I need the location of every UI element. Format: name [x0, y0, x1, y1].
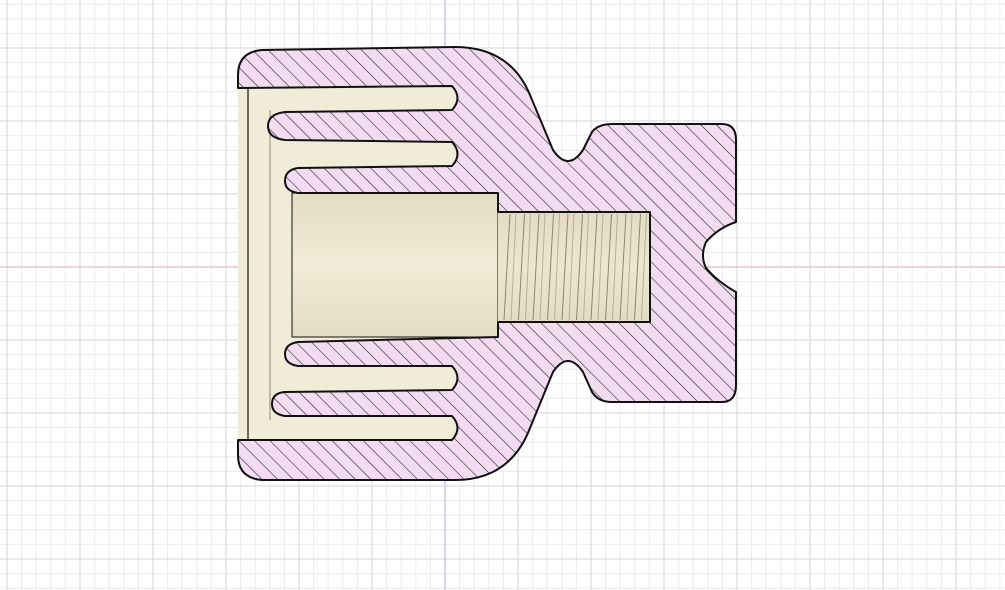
counterbore-face — [291, 192, 499, 338]
section-view-canvas[interactable] — [0, 0, 1005, 590]
cad-viewport[interactable] — [0, 0, 1005, 590]
